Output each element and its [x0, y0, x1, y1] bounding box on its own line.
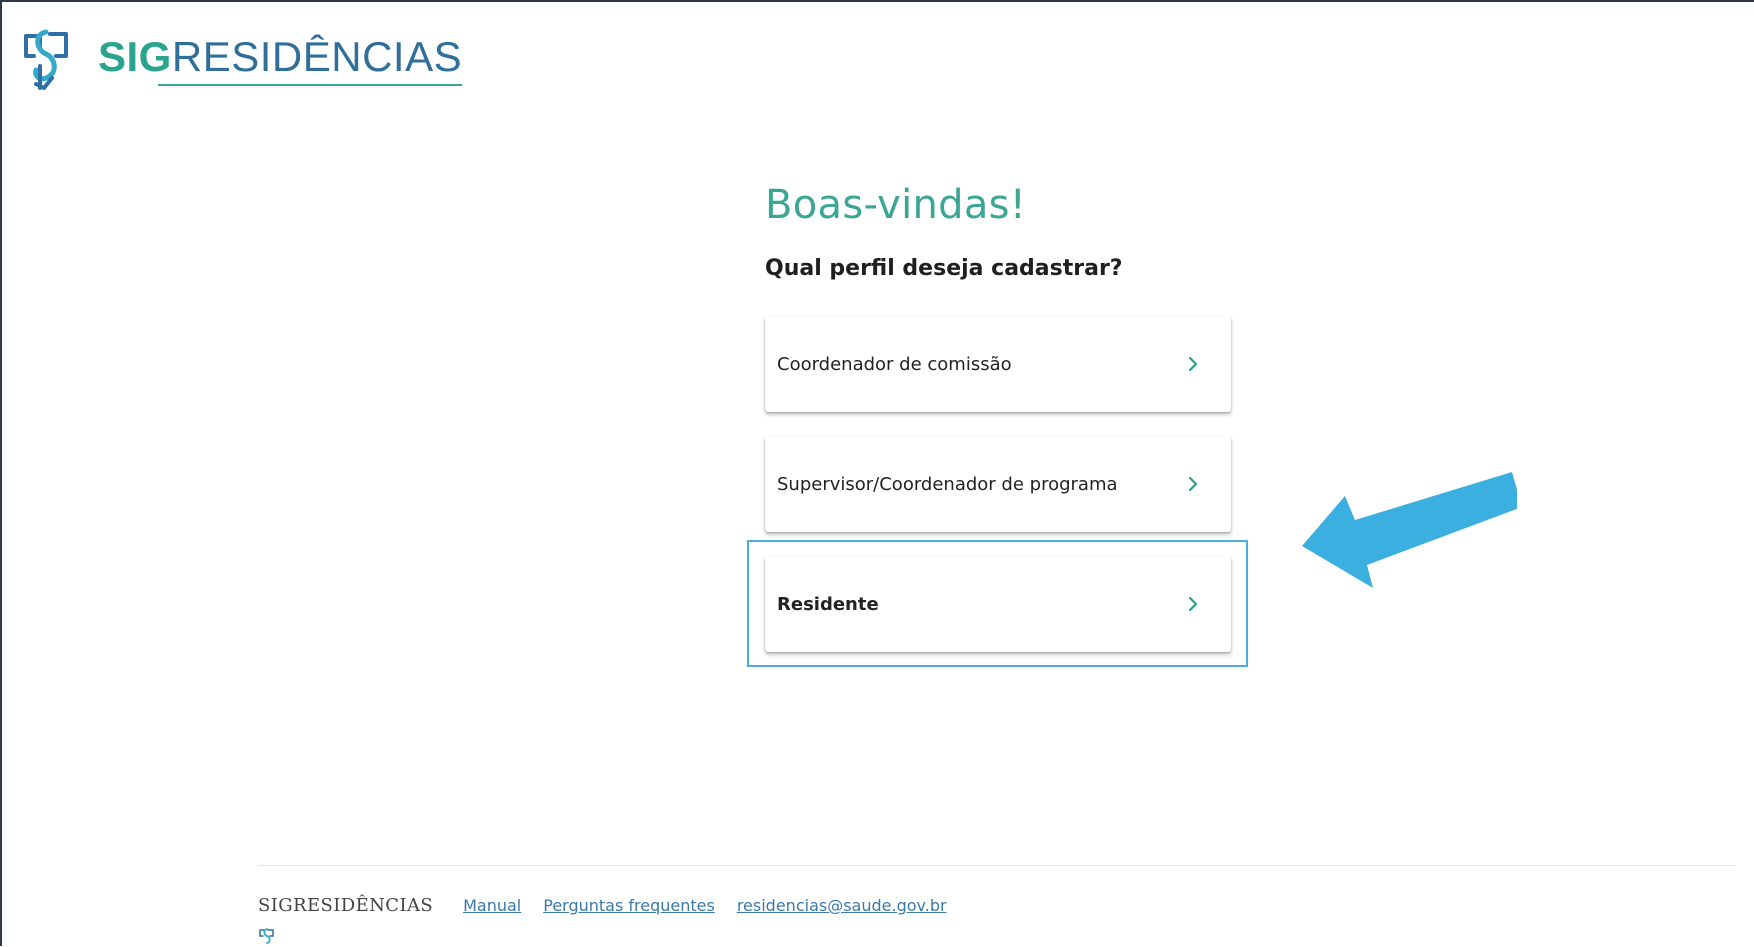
chevron-right-icon	[1188, 476, 1198, 492]
app-logo[interactable]: SIGRESIDÊNCIAS	[16, 26, 463, 96]
footer: SIGRESIDÊNCIAS Manual Perguntas frequent…	[258, 895, 969, 916]
option-coordenador-comissao[interactable]: Coordenador de comissão	[765, 316, 1231, 412]
option-label: Coordenador de comissão	[777, 353, 1012, 375]
sig-small-logo-icon	[259, 928, 274, 944]
footer-link-email[interactable]: residencias@saude.gov.br	[737, 896, 947, 915]
option-supervisor-coordenador-programa[interactable]: Supervisor/Coordenador de programa	[765, 436, 1231, 532]
footer-link-manual[interactable]: Manual	[463, 896, 521, 915]
footer-link-faq[interactable]: Perguntas frequentes	[543, 896, 715, 915]
sig-cross-logo-icon	[24, 29, 68, 90]
chevron-right-icon	[1188, 356, 1198, 372]
logo-sig-text: SIG	[98, 33, 172, 80]
app-logo-wordmark: SIGRESIDÊNCIAS	[98, 33, 463, 86]
logo-underline	[158, 84, 463, 86]
pointing-arrow-icon	[1302, 472, 1517, 588]
profile-question: Qual perfil deseja cadastrar?	[765, 256, 1123, 281]
page-frame: SIGRESIDÊNCIAS Boas-vindas! Qual perfil …	[0, 0, 1754, 946]
highlight-box	[747, 540, 1248, 667]
option-label: Supervisor/Coordenador de programa	[777, 473, 1118, 495]
footer-divider	[258, 865, 1736, 866]
footer-brand: SIGRESIDÊNCIAS	[258, 895, 434, 916]
page-title: Boas-vindas!	[765, 182, 1027, 228]
logo-residencias-text: RESIDÊNCIAS	[171, 33, 463, 80]
